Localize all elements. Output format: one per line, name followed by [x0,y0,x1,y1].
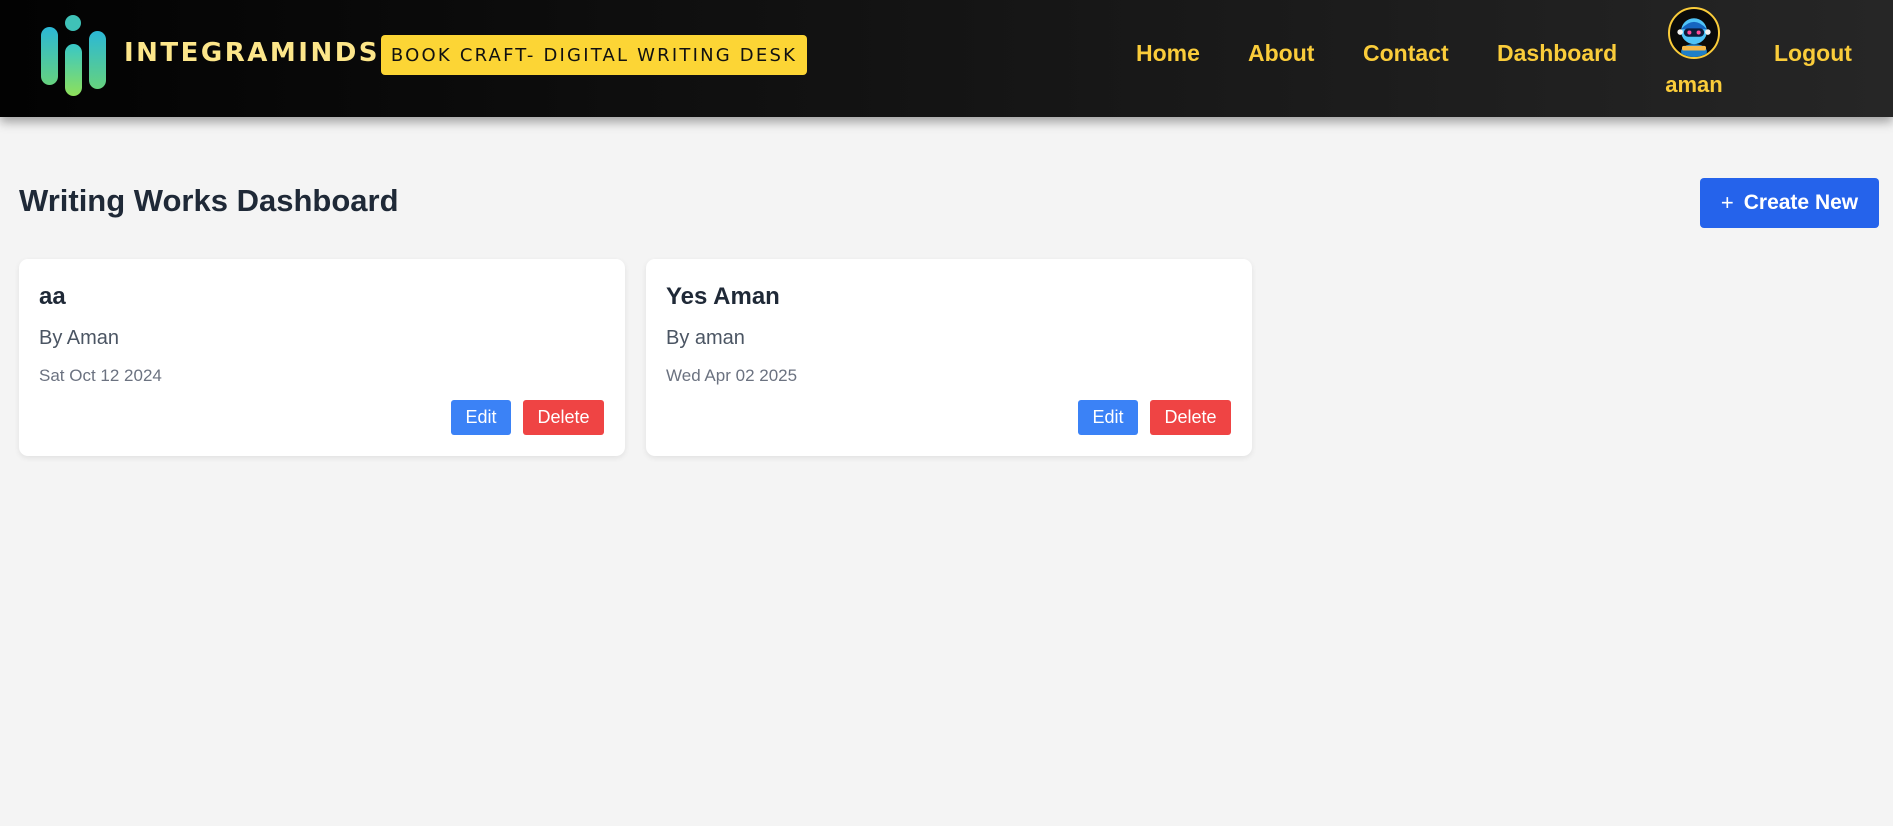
top-navbar: INTEGRAMINDS BOOK CRAFT- DIGITAL WRITING… [0,0,1893,117]
nav-contact-link[interactable]: Contact [1363,40,1449,67]
delete-button[interactable]: Delete [523,400,604,435]
create-new-button[interactable]: + Create New [1700,178,1879,228]
work-date: Sat Oct 12 2024 [39,366,162,385]
work-author: By aman [666,327,745,349]
edit-button[interactable]: Edit [451,400,511,435]
app-tagline-badge: BOOK CRAFT- DIGITAL WRITING DESK [381,35,807,75]
logout-link[interactable]: Logout [1774,40,1852,67]
page-title: Writing Works Dashboard [19,183,399,218]
work-date: Wed Apr 02 2025 [666,366,798,385]
plus-icon: + [1720,190,1734,215]
work-title: Yes Aman [666,283,780,310]
robot-avatar-icon[interactable] [1668,7,1720,59]
work-title: aa [39,283,66,310]
delete-button[interactable]: Delete [1150,400,1231,435]
work-author: By Aman [39,327,120,349]
work-card: aa By Aman Sat Oct 12 2024 Edit Delete [19,259,625,456]
edit-button[interactable]: Edit [1078,400,1138,435]
current-user-name[interactable]: aman [1642,72,1746,98]
nav-dashboard-link[interactable]: Dashboard [1497,40,1617,67]
nav-home-link[interactable]: Home [1136,40,1200,67]
nav-about-link[interactable]: About [1248,40,1314,67]
work-card: Yes Aman By aman Wed Apr 02 2025 Edit De… [646,259,1252,456]
integraminds-logo-icon[interactable] [38,13,110,98]
brand-name[interactable]: INTEGRAMINDS [124,38,380,68]
create-new-label: Create New [1743,191,1859,214]
